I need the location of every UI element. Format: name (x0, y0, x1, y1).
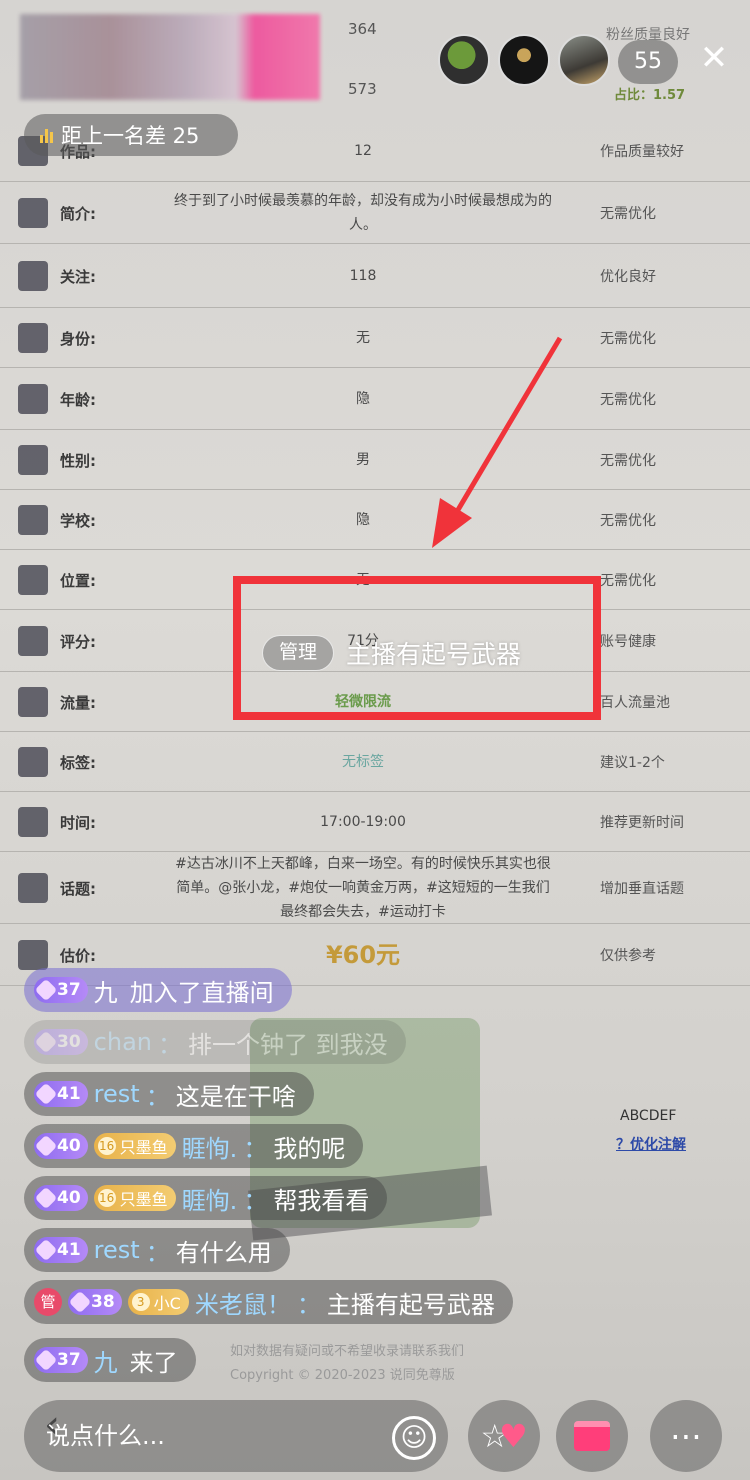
chat-message[interactable]: 41 rest：有什么用 (24, 1228, 290, 1272)
chat-separator: ： (296, 1290, 321, 1319)
viewer-avatar[interactable] (498, 34, 550, 86)
top-viewers (438, 34, 610, 86)
bottom-bar: 说点什么... ☺ ☆ ♥ ⋯ (0, 1400, 750, 1480)
chat-message[interactable]: 40 16 只墨鱼 睚恂.：我的呢 (24, 1124, 364, 1168)
chat-username[interactable]: 睚恂. (182, 1181, 238, 1216)
level-badge: 37 (34, 1347, 88, 1373)
gem-icon (34, 1082, 58, 1106)
rank-gap-text: 距上一名差 25 (61, 124, 200, 148)
chat-message[interactable]: 管 38 3 小C 米老鼠！：主播有起号武器 (24, 1280, 513, 1324)
chat-message[interactable]: 40 16 只墨鱼 睚恂.：帮我看看 (24, 1176, 388, 1220)
chat-message[interactable]: 41 rest：这是在干啥 (24, 1072, 314, 1116)
chat-text: 帮我看看 (273, 1186, 370, 1215)
chat-username[interactable]: chan (94, 1028, 152, 1056)
level-badge: 41 (34, 1081, 88, 1107)
chat-separator: ： (145, 1082, 170, 1111)
manager-tag: 管理 (262, 635, 334, 671)
chat-username[interactable]: rest (94, 1236, 140, 1264)
level-number: 41 (57, 1240, 81, 1260)
level-number: 40 (57, 1188, 81, 1208)
chat-username[interactable]: 九 (94, 1343, 118, 1378)
level-number: 37 (57, 980, 81, 1000)
viewer-avatar[interactable] (558, 34, 610, 86)
viewer-count[interactable]: 55 (618, 40, 678, 84)
fan-club-name: 只墨鱼 (119, 1138, 168, 1157)
gem-icon (34, 1348, 58, 1372)
fan-level: 16 (97, 1189, 116, 1207)
chat-separator: ： (158, 1030, 182, 1059)
chat-text: 有什么用 (175, 1238, 272, 1267)
level-badge: 40 (34, 1133, 88, 1159)
gem-icon (34, 1238, 58, 1262)
fan-club-badge: 16 只墨鱼 (93, 1185, 176, 1211)
level-badge: 38 (68, 1289, 122, 1315)
pinned-message: 管理 主播有起号武器 (262, 630, 521, 676)
fan-level: 3 (131, 1293, 150, 1311)
more-icon[interactable]: ⋯ (650, 1400, 722, 1472)
chat-separator: ： (145, 1238, 170, 1267)
level-number: 30 (57, 1032, 81, 1052)
chat-username[interactable]: 米老鼠！ (195, 1285, 291, 1320)
chat-text: 我的呢 (273, 1134, 346, 1163)
emoji-icon[interactable]: ☺ (392, 1416, 436, 1460)
red-arrow-head (432, 498, 472, 548)
level-number: 38 (91, 1292, 115, 1312)
gem-icon (68, 1290, 92, 1314)
fan-club-badge: 16 只墨鱼 (93, 1133, 176, 1159)
gem-icon (34, 978, 58, 1002)
gift-icon[interactable] (556, 1400, 628, 1472)
chat-text: 来了 (129, 1348, 178, 1377)
fan-club-badge: 3 小C (127, 1289, 189, 1315)
chat-text: 主播有起号武器 (326, 1290, 495, 1319)
chat-username[interactable]: rest (94, 1080, 140, 1108)
level-badge: 30 (34, 1029, 88, 1055)
chat-text: 加入了直播间 (129, 978, 274, 1007)
pinned-text: 主播有起号武器 (346, 640, 522, 669)
close-icon[interactable]: ✕ (694, 38, 734, 78)
gem-icon (34, 1030, 58, 1054)
red-arrow-line (449, 336, 563, 522)
chat-message[interactable]: 37 九 加入了直播间 (24, 968, 292, 1012)
star-heart-icon[interactable]: ☆ ♥ (468, 1400, 540, 1472)
manager-badge: 管 (34, 1288, 62, 1316)
level-number: 40 (57, 1136, 81, 1156)
level-badge: 40 (34, 1185, 88, 1211)
chat-username[interactable]: 九 (94, 973, 118, 1008)
chat-message[interactable]: 30 chan：排一个钟了 到我没 (24, 1020, 406, 1064)
level-number: 41 (57, 1084, 81, 1104)
level-badge: 37 (34, 977, 88, 1003)
level-number: 37 (57, 1350, 81, 1370)
fan-club-name: 只墨鱼 (119, 1190, 168, 1209)
comment-input[interactable]: 说点什么... (24, 1400, 448, 1472)
chat-text: 这是在干啥 (175, 1082, 296, 1111)
chat-separator: ： (243, 1134, 268, 1163)
chat-separator: ： (243, 1186, 268, 1215)
fan-club-name: 小C (153, 1294, 181, 1313)
chat-message[interactable]: 37 九 来了 (24, 1338, 196, 1382)
chat-username[interactable]: 睚恂. (182, 1129, 238, 1164)
gem-icon (34, 1186, 58, 1210)
bar-chart-icon (40, 127, 53, 143)
fan-level: 16 (97, 1137, 116, 1155)
level-badge: 41 (34, 1237, 88, 1263)
viewer-avatar[interactable] (438, 34, 490, 86)
chat-text: 排一个钟了 到我没 (188, 1030, 388, 1059)
gem-icon (34, 1134, 58, 1158)
rank-gap-pill[interactable]: 距上一名差 25 (24, 114, 238, 156)
